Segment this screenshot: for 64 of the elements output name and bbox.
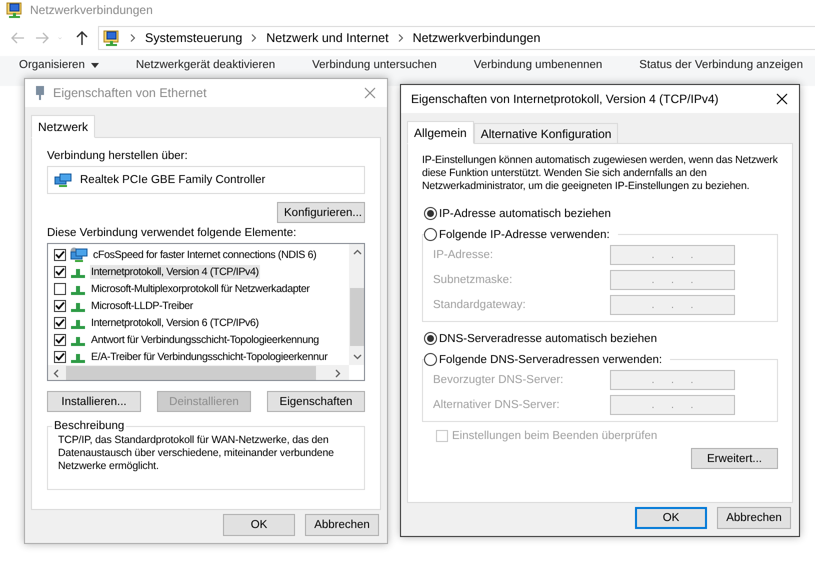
chevron-icon [396, 34, 405, 42]
dropdown-caret-icon [90, 62, 99, 68]
checkbox[interactable] [54, 282, 66, 294]
configure-button[interactable]: Konfigurieren... [277, 202, 365, 223]
adapter-name: Realtek PCIe GBE Family Controller [80, 174, 266, 186]
group-title: Beschreibung [53, 420, 126, 432]
field-label: IP-Adresse: [433, 249, 494, 261]
checkbox[interactable] [54, 266, 66, 278]
description-text: TCP/IP, das Standardprotokoll für WAN-Netzwerke, das den Datenaustausch über verschiedene, miteinander verbundene Netzwerke ermöglicht. [58, 434, 335, 473]
checkbox[interactable] [54, 350, 66, 362]
monitor-gear-icon [70, 246, 88, 262]
list-item[interactable]: E/A-Treiber für Verbindungsschicht-Topologieerkennur [90, 350, 328, 364]
cancel-button[interactable]: Abbrechen [305, 514, 379, 536]
close-icon [776, 93, 788, 105]
field-label: Bevorzugter DNS-Server: [433, 374, 564, 386]
horizontal-scrollbar[interactable] [48, 365, 349, 380]
dialog-title: Eigenschaften von Ethernet [53, 86, 207, 100]
address-bar[interactable]: Systemsteuerung Netzwerk und Internet Netzwerkverbindungen [98, 26, 815, 50]
ok-button[interactable]: OK [635, 507, 707, 529]
checkbox[interactable] [54, 316, 66, 328]
list-item[interactable]: Antwort für Verbindungsschicht-Topologieerkennung [90, 332, 320, 346]
window-title: Netzwerkverbindungen [30, 3, 153, 17]
tab[interactable]: Netzwerk [31, 115, 96, 138]
breadcrumb-item[interactable]: Netzwerk und Internet [266, 31, 389, 45]
chevron-icon [129, 34, 137, 42]
radio-option[interactable]: IP-Adresse automatisch beziehen [424, 207, 778, 220]
intro-text: IP-Einstellungen können automatisch zugewiesen werden, wenn das Netzwerk diese Funktion unterstützt. Wenden Sie sich andernfalls an den Netzwerkadministrator, um die geeigneten IP-Einstellungen zu beziehen. [422, 154, 778, 193]
action-button[interactable]: Installieren... [47, 391, 141, 412]
toolbar-button[interactable]: Verbindung untersuchen [312, 58, 437, 72]
list-item[interactable]: Microsoft-LLDP-Treiber [90, 298, 194, 312]
network-adapter-icon [54, 172, 72, 188]
list-item[interactable]: Internetprotokoll, Version 6 (TCP/IPv6) [90, 316, 260, 330]
breadcrumb-item[interactable]: Netzwerkverbindungen [412, 31, 540, 45]
items-label: Diese Verbindung verwendet folgende Elemente: [47, 227, 298, 239]
radio-option[interactable]: Folgende DNS-Serveradressen verwenden: [424, 353, 670, 366]
vertical-scrollbar[interactable] [349, 244, 364, 365]
radio-option[interactable]: DNS-Serveradresse automatisch beziehen [424, 332, 778, 345]
checkbox[interactable] [54, 300, 66, 312]
toolbar-button[interactable]: Verbindung umbenennen [474, 58, 602, 72]
breadcrumb-item[interactable]: Systemsteuerung [145, 31, 242, 45]
list-item[interactable]: cFosSpeed for faster Internet connections (NDIS 6) [92, 248, 318, 262]
list-item[interactable]: Microsoft-Multiplexorprotokoll für Netzwerkadapter [90, 282, 311, 296]
ethernet-plug-icon [35, 85, 45, 101]
toolbar-button[interactable]: Organisieren [19, 58, 99, 72]
action-button[interactable]: Eigenschaften [267, 391, 365, 412]
toolbar-button[interactable]: Netzwerkgerät deaktivieren [136, 58, 276, 72]
checkbox[interactable] [54, 248, 66, 260]
advanced-button[interactable]: Erweitert... [691, 448, 778, 469]
checkbox[interactable] [54, 334, 66, 346]
cancel-button[interactable]: Abbrechen [717, 507, 791, 529]
radio-option[interactable]: Folgende IP-Adresse verwenden: [424, 228, 618, 241]
connect-label: Verbindung herstellen über: [47, 150, 189, 162]
up-arrow-icon[interactable] [74, 30, 90, 46]
field-label: Standardgateway: [433, 299, 526, 311]
tab[interactable]: Alternative Konfiguration [474, 123, 618, 144]
dialog-title: Eigenschaften von Internetprotokoll, Version 4 (TCP/IPv4) [411, 92, 718, 106]
list-item[interactable]: Internetprotokoll, Version 4 (TCP/IPv4) [90, 264, 260, 278]
tab[interactable]: Allgemein [407, 121, 474, 144]
field-label: Subnetzmaske: [433, 274, 512, 286]
ok-button[interactable]: OK [223, 514, 295, 536]
chevron-icon [250, 34, 258, 42]
field-label: Alternativer DNS-Server: [433, 399, 560, 411]
close-icon [364, 87, 376, 99]
toolbar-button[interactable]: Status der Verbindung anzeigen [639, 58, 803, 72]
